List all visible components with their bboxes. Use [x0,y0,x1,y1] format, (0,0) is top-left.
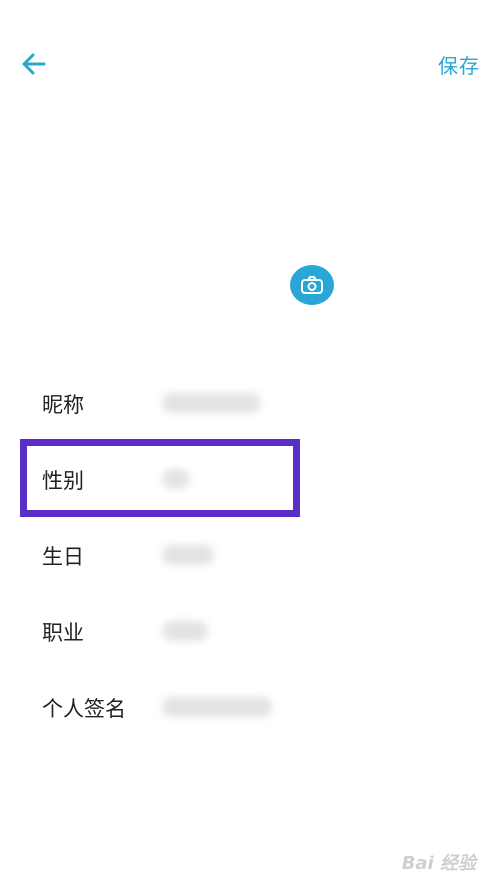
field-row-nickname[interactable]: 昵称 [0,365,500,441]
nickname-value[interactable] [162,393,260,413]
field-row-gender[interactable]: 性别 [0,441,500,517]
birthday-label: 生日 [42,545,84,569]
field-row-birthday[interactable]: 生日 [0,517,500,593]
signature-value[interactable] [162,697,272,717]
back-button[interactable] [18,48,50,80]
nickname-label: 昵称 [42,393,84,417]
field-row-signature[interactable]: 个人签名 [0,669,500,745]
gender-value[interactable] [162,469,190,489]
camera-icon [301,276,323,294]
avatar-cover [0,130,500,272]
occupation-value[interactable] [162,621,208,641]
field-row-occupation[interactable]: 职业 [0,593,500,669]
signature-label: 个人签名 [42,697,126,721]
birthday-value[interactable] [162,545,214,565]
change-avatar-button[interactable] [290,265,334,305]
occupation-label: 职业 [42,621,84,645]
top-bar: 保存 [0,0,500,130]
gender-label: 性别 [42,469,84,493]
baidu-watermark: Bai 经验 [401,853,476,874]
avatar-area [0,130,500,310]
save-button[interactable]: 保存 [438,50,480,79]
arrow-left-icon [22,53,46,75]
